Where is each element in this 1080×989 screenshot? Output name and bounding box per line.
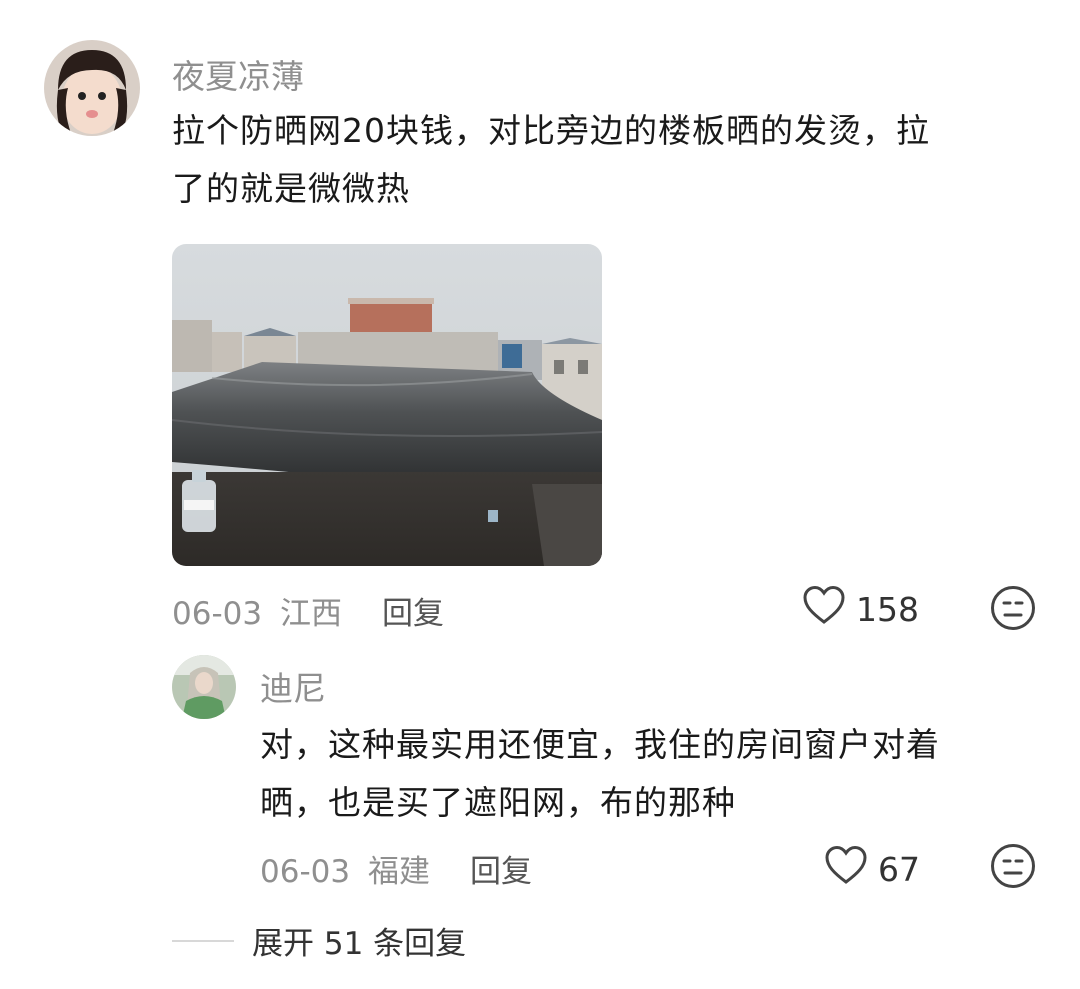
replier-username[interactable]: 迪尼 [260,662,326,710]
heart-outline-icon [802,585,846,633]
comment-text: 拉个防晒网20块钱，对比旁边的楼板晒的发烫，拉 了的就是微微热 [172,102,1052,218]
reply-text-line: 晒，也是买了遮阳网，布的那种 [260,783,736,822]
reply-location: 福建 [367,854,430,890]
commenter-username[interactable]: 夜夏凉薄 [172,50,304,98]
neutral-face-icon[interactable] [990,843,1036,893]
expand-replies-label: 展开 51 条回复 [252,926,467,962]
comment-location: 江西 [279,596,342,632]
commenter-avatar[interactable] [44,40,140,136]
reply-text: 对，这种最实用还便宜，我住的房间窗户对着 晒，也是买了遮阳网，布的那种 [260,716,1060,832]
expand-replies-button[interactable]: 展开 51 条回复 [172,918,466,963]
neutral-face-icon[interactable] [990,585,1036,635]
like-count: 158 [856,589,919,629]
reply-like-button[interactable]: 67 [824,845,920,893]
reply-meta: 06-03 福建 [260,846,430,891]
heart-outline-icon [824,845,868,893]
reply-text-line: 对，这种最实用还便宜，我住的房间窗户对着 [260,725,940,764]
reply-like-count: 67 [878,849,920,889]
comment-date: 06-03 [172,596,263,632]
comment-text-line: 拉个防晒网20块钱，对比旁边的楼板晒的发烫，拉 [172,111,930,150]
reply-date: 06-03 [260,854,351,890]
like-button[interactable]: 158 [802,585,919,633]
comment-meta: 06-03 江西 [172,588,342,633]
reply-button[interactable]: 回复 [382,588,444,633]
comment-text-line: 了的就是微微热 [172,169,410,208]
divider-line [172,939,234,942]
reply-reply-button[interactable]: 回复 [470,846,532,891]
replier-avatar[interactable] [172,655,236,719]
comment-photo[interactable] [172,244,602,566]
